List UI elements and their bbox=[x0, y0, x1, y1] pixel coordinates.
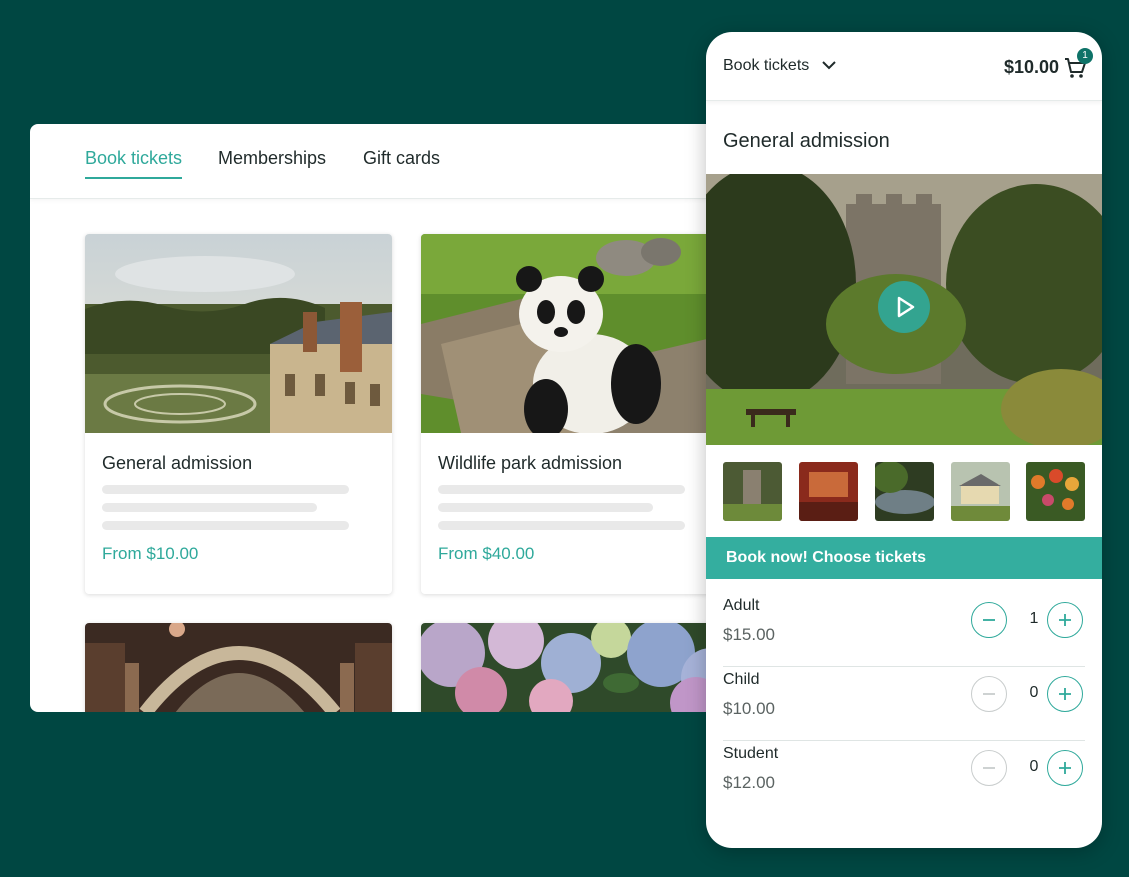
plus-icon bbox=[1059, 762, 1071, 774]
card-price: From $10.00 bbox=[102, 544, 199, 563]
ticket-row-student: Student $12.00 0 bbox=[723, 740, 1085, 814]
minus-icon bbox=[983, 619, 995, 621]
top-tab-nav: Book tickets Memberships Gift cards bbox=[30, 124, 730, 199]
ticket-type: Adult bbox=[723, 597, 760, 614]
gallery-thumbnail[interactable] bbox=[951, 462, 1010, 521]
ticket-type: Student bbox=[723, 745, 779, 762]
decrease-quantity-button[interactable] bbox=[971, 602, 1007, 638]
chevron-down-icon bbox=[822, 57, 836, 75]
panda-image bbox=[421, 234, 728, 433]
card-price: From $40.00 bbox=[438, 544, 535, 563]
castle-video-thumbnail[interactable] bbox=[706, 174, 1102, 445]
increase-quantity-button[interactable] bbox=[1047, 602, 1083, 638]
ticket-price: $10.00 bbox=[723, 699, 775, 718]
section-title: General admission bbox=[723, 130, 890, 152]
dropdown-label: Book tickets bbox=[723, 57, 810, 75]
book-now-banner: Book now! Choose tickets bbox=[706, 537, 1102, 579]
ticket-price: $15.00 bbox=[723, 625, 775, 644]
minus-icon bbox=[983, 767, 995, 769]
ticket-row-child: Child $10.00 0 bbox=[723, 666, 1085, 741]
card-title: Wildlife park admission bbox=[438, 453, 623, 473]
gallery-thumbnail[interactable] bbox=[799, 462, 858, 521]
description-placeholder-line bbox=[438, 521, 685, 530]
quantity-value: 0 bbox=[1029, 758, 1039, 775]
increase-quantity-button[interactable] bbox=[1047, 676, 1083, 712]
tab-memberships[interactable]: Memberships bbox=[218, 148, 326, 177]
gallery-thumbnail[interactable] bbox=[875, 462, 934, 521]
description-placeholder-line bbox=[102, 503, 317, 512]
description-placeholder-line bbox=[438, 485, 685, 494]
castle-garden-image bbox=[85, 234, 392, 433]
tab-book-tickets[interactable]: Book tickets bbox=[85, 148, 183, 179]
decrease-quantity-button[interactable] bbox=[971, 676, 1007, 712]
play-icon bbox=[897, 296, 915, 318]
product-card[interactable] bbox=[421, 623, 728, 712]
cart-button[interactable]: 1 bbox=[1063, 48, 1093, 80]
decrease-quantity-button[interactable] bbox=[971, 750, 1007, 786]
card-title: General admission bbox=[102, 453, 253, 473]
increase-quantity-button[interactable] bbox=[1047, 750, 1083, 786]
mobile-header: Book tickets $10.00 1 bbox=[706, 32, 1102, 101]
tab-gift-cards[interactable]: Gift cards bbox=[363, 148, 440, 177]
ticket-price: $12.00 bbox=[723, 773, 775, 792]
minus-icon bbox=[983, 693, 995, 695]
cart-total: $10.00 bbox=[1003, 57, 1059, 77]
hall-interior-image bbox=[85, 623, 392, 712]
product-card[interactable] bbox=[85, 623, 392, 712]
desktop-booking-panel: Book tickets Memberships Gift cards Gene… bbox=[30, 124, 730, 712]
description-placeholder-line bbox=[102, 521, 349, 530]
book-now-label: Book now! Choose tickets bbox=[726, 549, 927, 566]
mobile-booking-panel: Book tickets $10.00 1 General admission bbox=[706, 32, 1102, 848]
play-video-button[interactable] bbox=[878, 281, 930, 333]
cart-count-badge: 1 bbox=[1077, 48, 1093, 64]
gallery-thumbnail[interactable] bbox=[1026, 462, 1085, 521]
quantity-value: 0 bbox=[1029, 684, 1039, 701]
ticket-row-adult: Adult $15.00 1 bbox=[723, 592, 1085, 667]
book-tickets-dropdown[interactable]: Book tickets bbox=[723, 57, 836, 75]
product-card-wildlife-park[interactable]: Wildlife park admission From $40.00 bbox=[421, 234, 728, 594]
plus-icon bbox=[1059, 688, 1071, 700]
description-placeholder-line bbox=[438, 503, 653, 512]
plus-icon bbox=[1059, 614, 1071, 626]
product-card-general-admission[interactable]: General admission From $10.00 bbox=[85, 234, 392, 594]
hydrangea-image bbox=[421, 623, 728, 712]
gallery-thumbnail[interactable] bbox=[723, 462, 782, 521]
ticket-type: Child bbox=[723, 671, 760, 688]
quantity-value: 1 bbox=[1029, 610, 1039, 627]
description-placeholder-line bbox=[102, 485, 349, 494]
